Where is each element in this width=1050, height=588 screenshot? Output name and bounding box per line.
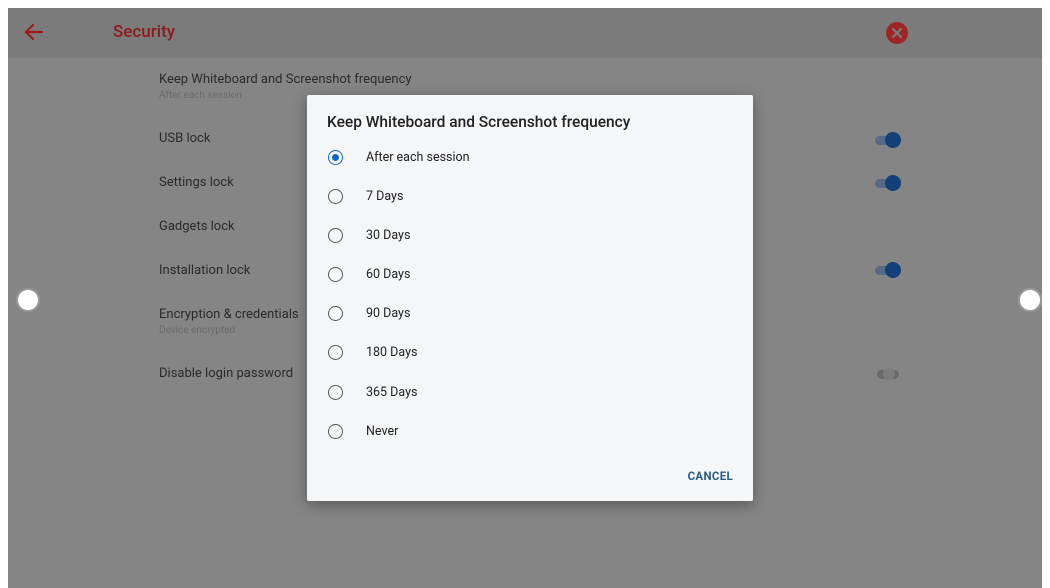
installation-lock-toggle[interactable] — [875, 262, 901, 278]
setting-label: Encryption & credentials — [159, 307, 299, 322]
toggle-thumb — [885, 132, 901, 148]
setting-encryption[interactable]: Encryption & credentials Device encrypte… — [159, 307, 299, 336]
setting-gadgets-lock[interactable]: Gadgets lock — [159, 219, 235, 234]
setting-settings-lock[interactable]: Settings lock — [159, 175, 234, 190]
left-nav-handle[interactable] — [16, 288, 40, 312]
back-button[interactable] — [22, 20, 46, 44]
page-title: Security — [113, 22, 176, 42]
option-90-days[interactable]: 90 Days — [327, 301, 707, 327]
option-7-days[interactable]: 7 Days — [327, 184, 707, 210]
option-label: 30 Days — [366, 228, 411, 243]
radio-unchecked-icon[interactable] — [328, 424, 343, 439]
toggle-thumb — [885, 175, 901, 191]
cancel-button[interactable]: CANCEL — [688, 469, 733, 483]
close-circle-icon — [891, 27, 903, 39]
setting-sublabel: Device encrypted — [159, 325, 236, 336]
option-30-days[interactable]: 30 Days — [327, 223, 707, 249]
option-never[interactable]: Never — [327, 419, 707, 445]
option-180-days[interactable]: 180 Days — [327, 340, 707, 366]
option-label: 60 Days — [366, 267, 411, 282]
radio-unchecked-icon[interactable] — [328, 385, 343, 400]
arrow-left-icon — [24, 23, 44, 41]
toggle-thumb — [883, 368, 895, 380]
radio-unchecked-icon[interactable] — [328, 267, 343, 282]
option-after-each-session[interactable]: After each session — [327, 145, 707, 171]
option-60-days[interactable]: 60 Days — [327, 262, 707, 288]
option-365-days[interactable]: 365 Days — [327, 380, 707, 406]
radio-unchecked-icon[interactable] — [328, 189, 343, 204]
dialog-title: Keep Whiteboard and Screenshot frequency — [327, 113, 631, 131]
setting-usb-lock[interactable]: USB lock — [159, 131, 210, 146]
setting-label: Keep Whiteboard and Screenshot frequency — [159, 72, 412, 87]
usb-lock-toggle[interactable] — [875, 132, 901, 148]
settings-lock-toggle[interactable] — [875, 175, 901, 191]
option-label: After each session — [366, 150, 470, 165]
app-bar: Security — [8, 8, 1042, 58]
radio-unchecked-icon[interactable] — [328, 228, 343, 243]
setting-label: USB lock — [159, 131, 211, 146]
frequency-dialog: Keep Whiteboard and Screenshot frequency… — [307, 95, 753, 501]
setting-label: Settings lock — [159, 175, 234, 190]
right-nav-handle[interactable] — [1018, 288, 1042, 312]
option-label: Never — [366, 424, 399, 439]
disable-login-password-toggle[interactable] — [875, 366, 901, 382]
toggle-thumb — [885, 262, 901, 278]
setting-disable-login-password[interactable]: Disable login password — [159, 366, 293, 381]
option-label: 180 Days — [366, 345, 418, 360]
setting-label: Disable login password — [159, 366, 294, 381]
setting-installation-lock[interactable]: Installation lock — [159, 263, 250, 278]
radio-checked-icon[interactable] — [328, 150, 343, 165]
setting-label: Gadgets lock — [159, 219, 235, 234]
option-label: 7 Days — [366, 189, 404, 204]
radio-unchecked-icon[interactable] — [328, 306, 343, 321]
option-label: 365 Days — [366, 385, 418, 400]
radio-unchecked-icon[interactable] — [328, 345, 343, 360]
close-button[interactable] — [886, 22, 908, 44]
option-label: 90 Days — [366, 306, 411, 321]
setting-label: Installation lock — [159, 263, 251, 278]
